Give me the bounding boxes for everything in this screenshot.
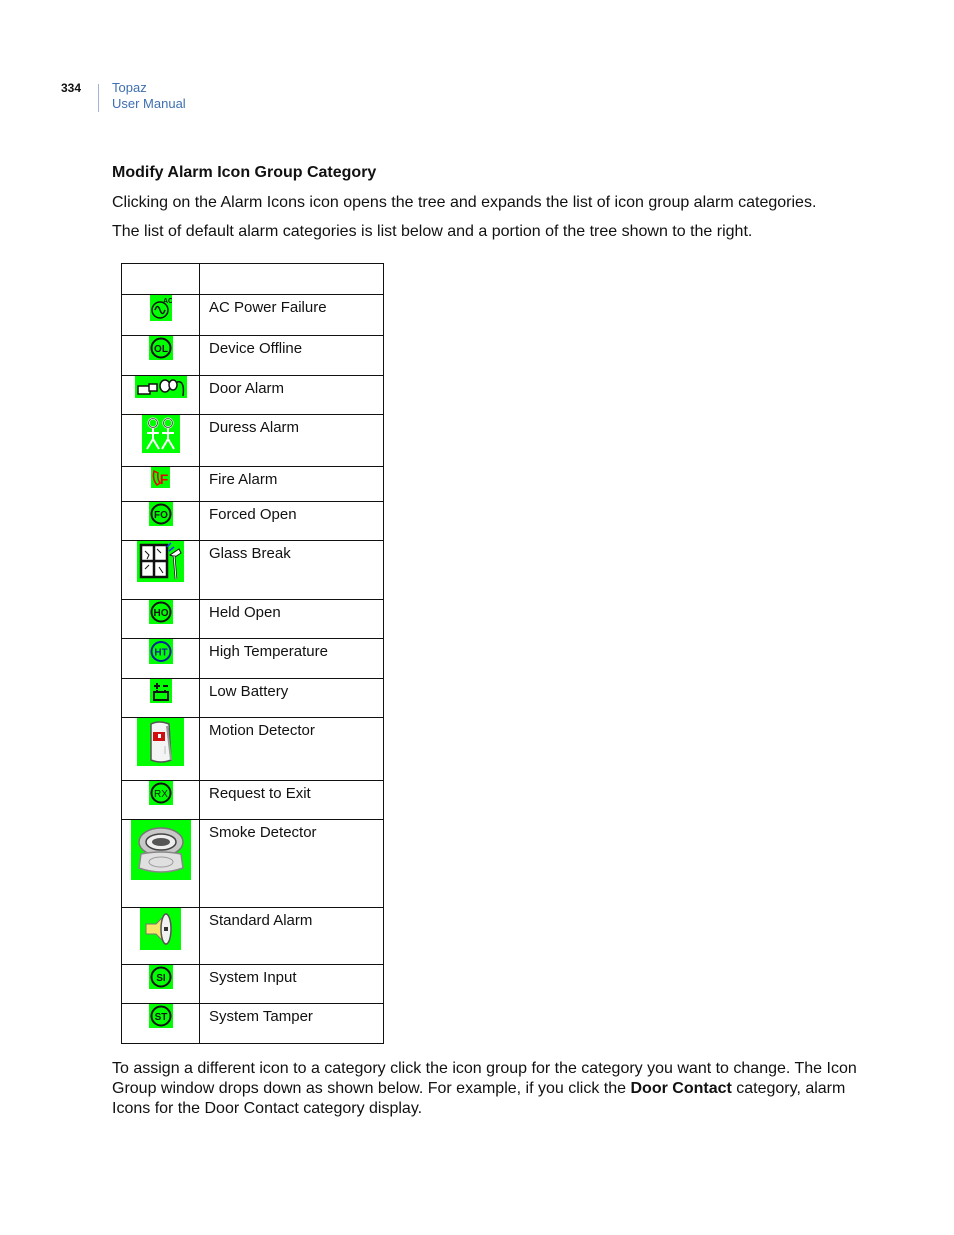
table-row: F Fire Alarm xyxy=(121,466,384,502)
fire-alarm-icon: F xyxy=(151,467,170,488)
svg-text:OL: OL xyxy=(154,344,168,355)
alarm-category-table: AC AC Power Failure OL Device Offline Do… xyxy=(121,263,384,1044)
svg-text:F: F xyxy=(160,471,169,487)
table-row: Smoke Detector xyxy=(121,819,384,908)
system-tamper-icon: ST xyxy=(148,1004,173,1028)
category-label: Held Open xyxy=(199,599,384,639)
category-label: Device Offline xyxy=(199,335,384,376)
svg-text:AC: AC xyxy=(163,298,172,305)
intro-paragraph-2: The list of default alarm categories is … xyxy=(112,223,753,240)
table-row: Door Alarm xyxy=(121,375,384,415)
category-label: Duress Alarm xyxy=(199,414,384,467)
section-heading: Modify Alarm Icon Group Category xyxy=(112,164,377,181)
svg-text:RX: RX xyxy=(154,789,168,800)
forced-open-icon: FO xyxy=(148,502,173,526)
category-label: Standard Alarm xyxy=(199,907,384,965)
ac-power-failure-icon: AC xyxy=(149,295,172,321)
category-label: Smoke Detector xyxy=(199,819,384,908)
table-row: FO Forced Open xyxy=(121,501,384,541)
door-contact-emphasis: Door Contact xyxy=(630,1080,732,1097)
svg-text:HO: HO xyxy=(153,608,168,619)
category-label: System Input xyxy=(199,964,384,1004)
category-label: System Tamper xyxy=(199,1003,384,1044)
category-label: Request to Exit xyxy=(199,780,384,820)
system-input-icon: SI xyxy=(148,965,173,989)
svg-text:FO: FO xyxy=(154,510,168,521)
table-row: OL Device Offline xyxy=(121,335,384,376)
table-row: Standard Alarm xyxy=(121,907,384,965)
intro-paragraph-1: Clicking on the Alarm Icons icon opens t… xyxy=(112,194,817,211)
smoke-detector-icon xyxy=(130,820,191,880)
svg-text:ST: ST xyxy=(154,1012,167,1023)
category-label: Glass Break xyxy=(199,540,384,600)
table-row: RX Request to Exit xyxy=(121,780,384,820)
category-label: Door Alarm xyxy=(199,375,384,415)
product-name: Topaz xyxy=(112,80,147,95)
table-row: Duress Alarm xyxy=(121,414,384,467)
category-label: AC Power Failure xyxy=(199,294,384,336)
door-alarm-icon xyxy=(134,376,187,398)
header-cell-label xyxy=(199,263,384,295)
svg-text:SI: SI xyxy=(156,973,166,984)
header-cell-icon xyxy=(121,263,200,295)
page-number: 334 xyxy=(61,81,82,95)
device-offline-icon: OL xyxy=(148,336,173,360)
held-open-icon: HO xyxy=(148,600,173,624)
high-temperature-icon: HT xyxy=(148,639,173,664)
manual-name: User Manual xyxy=(112,96,186,111)
svg-text:HT: HT xyxy=(154,648,167,659)
running-header: Topaz User Manual xyxy=(112,80,186,112)
table-row: Motion Detector xyxy=(121,717,384,781)
motion-detector-icon xyxy=(137,718,184,766)
glass-break-icon xyxy=(137,541,184,582)
request-to-exit-icon: RX xyxy=(148,781,173,805)
table-header-row xyxy=(121,263,384,295)
table-row: Glass Break xyxy=(121,540,384,600)
category-label: Motion Detector xyxy=(199,717,384,781)
standard-alarm-icon xyxy=(140,908,181,950)
table-row: AC AC Power Failure xyxy=(121,294,384,336)
assign-icon-paragraph: To assign a different icon to a category… xyxy=(112,1059,882,1119)
duress-alarm-icon xyxy=(141,415,180,453)
category-label: Fire Alarm xyxy=(199,466,384,502)
low-battery-icon xyxy=(149,679,172,703)
table-row: ST System Tamper xyxy=(121,1003,384,1044)
category-label: High Temperature xyxy=(199,638,384,679)
category-label: Low Battery xyxy=(199,678,384,718)
header-divider xyxy=(98,84,99,112)
table-row: HT High Temperature xyxy=(121,638,384,679)
table-row: Low Battery xyxy=(121,678,384,718)
category-label: Forced Open xyxy=(199,501,384,541)
table-row: HO Held Open xyxy=(121,599,384,639)
table-row: SI System Input xyxy=(121,964,384,1004)
